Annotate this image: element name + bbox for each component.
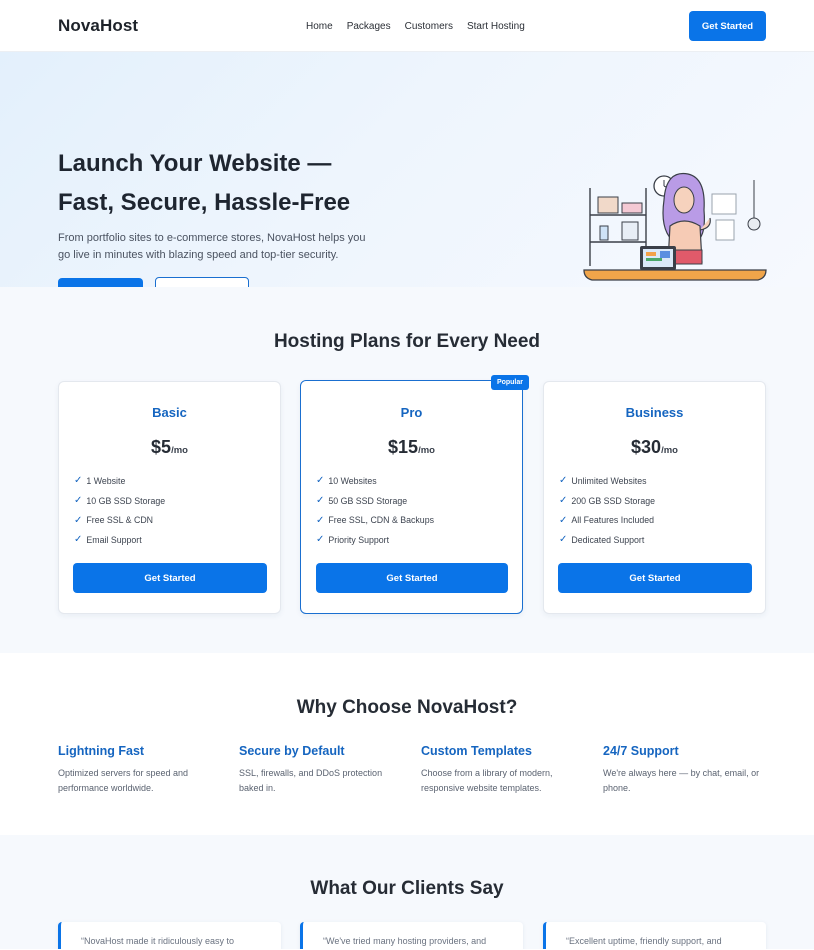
feature-item: ✓ 10 Websites <box>316 471 434 491</box>
plan-price-period: /mo <box>661 445 678 456</box>
check-icon: ✓ <box>316 534 325 546</box>
testimonials-title: What Our Clients Say <box>310 878 504 899</box>
plan-price-amount: $15 <box>388 437 419 457</box>
testimonials-section: What Our Clients Say “NovaHost made it r… <box>0 835 814 949</box>
feature-text: Free SSL & CDN <box>86 515 154 526</box>
feature-item: ✓ 1 Website <box>74 471 165 491</box>
feature-item: ✓ 50 GB SSD Storage <box>316 491 434 511</box>
nav-get-started-button[interactable]: Get Started <box>689 11 766 41</box>
feature-item: ✓ All Features Included <box>559 510 655 530</box>
check-icon: ✓ <box>559 495 568 507</box>
feature-text: Dedicated Support <box>571 534 645 545</box>
feature-text: Email Support <box>86 534 142 545</box>
plan-features: ✓ Unlimited Websites ✓ 200 GB SSD Storage … <box>559 471 655 550</box>
feature-text: 10 GB SSD Storage <box>86 495 166 506</box>
feature-text: Priority Support <box>328 534 390 545</box>
testimonial-card: “Excellent uptime, friendly support, and <box>543 922 766 949</box>
hero-section: Launch Your Website — Fast, Secure, Hass… <box>0 52 814 306</box>
plans-section: Hosting Plans for Every Need Basic $5/mo… <box>0 287 814 653</box>
plan-features: ✓ 1 Website ✓ 10 GB SSD Storage ✓ Free SSL … <box>74 471 165 550</box>
why-heading: 24/7 Support <box>603 744 679 758</box>
feature-item: ✓ 200 GB SSD Storage <box>559 491 655 511</box>
basic-get-started-button[interactable]: Get Started <box>73 563 267 593</box>
plan-name: Basic <box>152 405 187 420</box>
feature-item: ✓ 10 GB SSD Storage <box>74 491 165 511</box>
feature-item: ✓ Dedicated Support <box>559 530 655 550</box>
feature-text: 10 Websites <box>328 475 377 486</box>
plans-title: Hosting Plans for Every Need <box>273 331 541 352</box>
feature-text: Unlimited Websites <box>571 475 647 486</box>
why-description: Choose from a library of modern, respons… <box>421 768 553 793</box>
nav-link-customers[interactable]: Customers <box>405 21 453 32</box>
why-description: We're always here — by chat, email, or p… <box>603 768 760 793</box>
feature-item: ✓ Priority Support <box>316 530 434 550</box>
plan-name: Pro <box>400 405 423 420</box>
check-icon: ✓ <box>316 514 325 526</box>
top-nav: NovaHost Home Packages Customers Start H… <box>0 0 814 52</box>
feature-text: 1 Website <box>86 475 126 486</box>
why-heading: Custom Templates <box>421 744 532 758</box>
plan-price-period: /mo <box>171 445 188 456</box>
check-icon: ✓ <box>74 534 83 546</box>
check-icon: ✓ <box>559 514 568 526</box>
feature-item: ✓ Unlimited Websites <box>559 471 655 491</box>
why-title: Why Choose NovaHost? <box>296 697 518 718</box>
business-get-started-button[interactable]: Get Started <box>558 563 752 593</box>
nav-link-packages[interactable]: Packages <box>347 21 391 32</box>
check-icon: ✓ <box>559 534 568 546</box>
plan-features: ✓ 10 Websites ✓ 50 GB SSD Storage ✓ Free SS… <box>316 471 434 550</box>
feature-item: ✓ Email Support <box>74 530 165 550</box>
why-section: Why Choose NovaHost? Lightning Fast Opti… <box>0 653 814 835</box>
why-heading: Secure by Default <box>239 744 345 758</box>
plan-price-amount: $30 <box>631 437 662 457</box>
feature-text: All Features Included <box>571 515 655 526</box>
plan-card-basic: Basic $5/mo ✓ 1 Website ✓ 10 GB SSD Storag… <box>58 381 281 614</box>
logo[interactable]: NovaHost <box>58 16 138 36</box>
check-icon: ✓ <box>559 475 568 487</box>
nav-links: Home Packages Customers Start Hosting <box>306 0 525 52</box>
why-item-support: 24/7 Support We're always here — by chat… <box>603 744 768 796</box>
plan-card-business: Business $30/mo ✓ Unlimited Websites ✓ 200… <box>543 381 766 614</box>
feature-text: 50 GB SSD Storage <box>328 495 408 506</box>
why-item-secure: Secure by Default SSL, firewalls, and DD… <box>239 744 404 796</box>
check-icon: ✓ <box>316 495 325 507</box>
feature-text: Free SSL, CDN & Backups <box>328 515 434 526</box>
plan-name: Business <box>625 405 684 420</box>
testimonial-card: “NovaHost made it ridiculously easy to <box>58 922 281 949</box>
plan-price-period: /mo <box>418 445 435 456</box>
testimonial-card: “We've tried many hosting providers, and <box>300 922 523 949</box>
plan-price: $30/mo <box>544 437 765 458</box>
plan-price: $5/mo <box>59 437 280 458</box>
why-item-templates: Custom Templates Choose from a library o… <box>421 744 586 796</box>
feature-item: ✓ Free SSL & CDN <box>74 510 165 530</box>
check-icon: ✓ <box>316 475 325 487</box>
check-icon: ✓ <box>74 514 83 526</box>
popular-badge: Popular <box>490 375 529 390</box>
check-icon: ✓ <box>74 495 83 507</box>
why-item-fast: Lightning Fast Optimized servers for spe… <box>58 744 223 796</box>
nav-link-home[interactable]: Home <box>306 21 333 32</box>
feature-text: 200 GB SSD Storage <box>571 495 656 506</box>
nav-link-start-hosting[interactable]: Start Hosting <box>467 21 525 32</box>
plan-price-amount: $5 <box>151 437 172 457</box>
plan-price: $15/mo <box>301 437 522 458</box>
hero-title: Launch Your Website — Fast, Secure, Hass… <box>58 144 378 222</box>
feature-item: ✓ Free SSL, CDN & Backups <box>316 510 434 530</box>
hero-illustration <box>583 172 767 281</box>
hero-subtitle: From portfolio sites to e-commerce store… <box>58 232 366 261</box>
hero-title-line2: Fast, Secure, Hassle-Free <box>58 189 351 216</box>
why-description: Optimized servers for speed and performa… <box>58 768 189 793</box>
pro-get-started-button[interactable]: Get Started <box>316 563 508 593</box>
plan-card-pro: Popular Pro $15/mo ✓ 10 Websites ✓ 50 GB S… <box>300 375 529 614</box>
why-heading: Lightning Fast <box>58 744 145 758</box>
why-description: SSL, firewalls, and DDoS protection bake… <box>239 768 383 793</box>
check-icon: ✓ <box>74 475 83 487</box>
hero-title-line1: Launch Your Website — <box>58 150 332 177</box>
